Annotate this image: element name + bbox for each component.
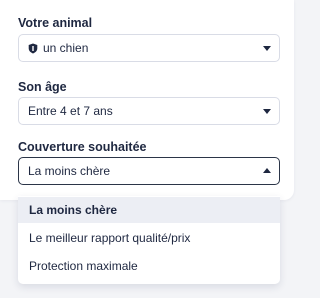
age-label: Son âge: [18, 80, 67, 94]
coverage-option-max-protection[interactable]: Protection maximale: [18, 253, 280, 279]
coverage-dropdown-menu: La moins chère Le meilleur rapport quali…: [18, 196, 280, 284]
animal-select[interactable]: un chien: [18, 34, 280, 62]
coverage-option-best-value[interactable]: Le meilleur rapport qualité/prix: [18, 225, 280, 251]
shield-icon: [28, 43, 38, 54]
animal-select-value: un chien: [43, 41, 89, 55]
coverage-label: Couverture souhaitée: [18, 140, 147, 154]
animal-label: Votre animal: [18, 16, 93, 30]
insurance-form-card: Votre animal un chien Son âge Entre 4 et…: [0, 0, 294, 200]
age-select[interactable]: Entre 4 et 7 ans: [18, 97, 280, 125]
chevron-down-icon: [263, 46, 271, 51]
coverage-select[interactable]: La moins chère: [18, 157, 280, 185]
chevron-up-icon: [263, 168, 271, 173]
chevron-down-icon: [263, 109, 271, 114]
coverage-select-value: La moins chère: [28, 164, 111, 178]
age-select-value: Entre 4 et 7 ans: [28, 104, 113, 118]
coverage-option-cheapest[interactable]: La moins chère: [18, 197, 280, 223]
